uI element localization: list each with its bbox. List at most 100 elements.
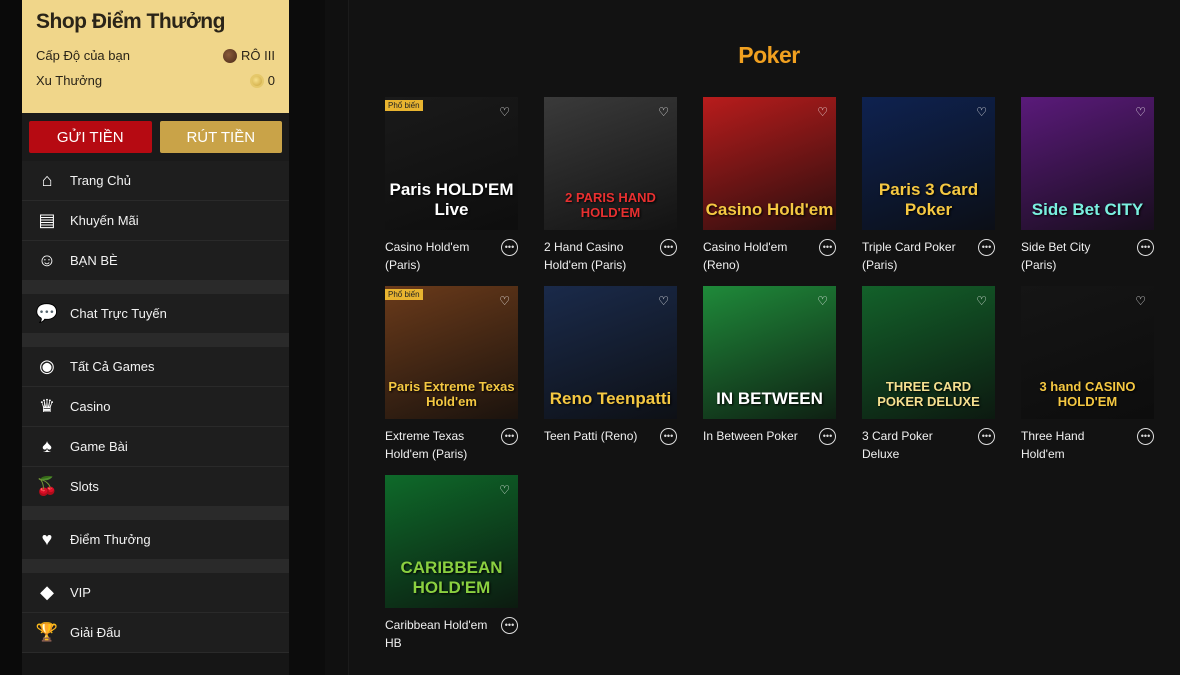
- more-options-icon[interactable]: •••: [1137, 428, 1154, 445]
- game-thumbnail[interactable]: Paris HOLD'EM Live Phổ biến ♡: [385, 97, 518, 230]
- game-thumbnail[interactable]: IN BETWEEN ♡: [703, 286, 836, 419]
- chip-icon: ◉: [39, 356, 55, 376]
- game-title[interactable]: Casino Hold'em (Paris): [385, 238, 493, 274]
- game-card[interactable]: Paris Extreme Texas Hold'em Phổ biến ♡ Extr…: [385, 286, 518, 463]
- game-label-row: 3 Card Poker Deluxe •••: [862, 427, 995, 463]
- game-card[interactable]: Reno Teenpatti ♡ Teen Patti (Reno) •••: [544, 286, 677, 445]
- menu-divider: [22, 507, 289, 520]
- game-label-row: Three Hand Hold'em •••: [1021, 427, 1154, 463]
- separator-band: [289, 0, 325, 675]
- game-thumbnail[interactable]: THREE CARD POKER DELUXE ♡: [862, 286, 995, 419]
- game-title[interactable]: Teen Patti (Reno): [544, 427, 652, 445]
- sidebar-item-2[interactable]: ☺ BẠN BÈ: [22, 241, 289, 281]
- game-thumbnail[interactable]: Casino Hold'em ♡: [703, 97, 836, 230]
- game-title[interactable]: Three Hand Hold'em: [1021, 427, 1129, 463]
- game-title[interactable]: Triple Card Poker (Paris): [862, 238, 970, 274]
- game-art-title: 2 PARIS HAND HOLD'EM: [565, 190, 656, 220]
- favorite-heart-icon[interactable]: ♡: [499, 483, 510, 497]
- game-card[interactable]: 2 PARIS HAND HOLD'EM ♡ 2 Hand Casino Hold'…: [544, 97, 677, 274]
- points-value: 0: [267, 73, 275, 88]
- sidebar-item-10[interactable]: 🏆 Giải Đấu: [22, 613, 289, 653]
- game-art-title: 3 hand CASINO HOLD'EM: [1039, 379, 1136, 409]
- game-card[interactable]: CARIBBEAN HOLD'EM ♡ Caribbean Hold'em HB ••…: [385, 475, 518, 652]
- game-card[interactable]: THREE CARD POKER DELUXE ♡ 3 Card Poker Del…: [862, 286, 995, 463]
- game-label-row: Triple Card Poker (Paris) •••: [862, 238, 995, 274]
- popular-badge: Phổ biến: [385, 100, 423, 111]
- sidebar-item-1[interactable]: ▤ Khuyến Mãi: [22, 201, 289, 241]
- more-options-icon[interactable]: •••: [978, 239, 995, 256]
- sidebar-item-3[interactable]: 💬 Chat Trực Tuyến: [22, 294, 289, 334]
- casino-icon: ♛: [38, 396, 56, 416]
- game-art-title: Paris 3 Card Poker: [878, 180, 979, 219]
- game-card[interactable]: Paris 3 Card Poker ♡ Triple Card Poker (Pa…: [862, 97, 995, 274]
- left-gutter: [0, 0, 22, 675]
- favorite-heart-icon[interactable]: ♡: [658, 105, 669, 119]
- game-thumbnail[interactable]: 2 PARIS HAND HOLD'EM ♡: [544, 97, 677, 230]
- favorite-heart-icon[interactable]: ♡: [817, 105, 828, 119]
- game-card[interactable]: Paris HOLD'EM Live Phổ biến ♡ Casino Hold'e…: [385, 97, 518, 274]
- more-options-icon[interactable]: •••: [660, 239, 677, 256]
- game-thumbnail[interactable]: Side Bet CITY ♡: [1021, 97, 1154, 230]
- favorite-heart-icon[interactable]: ♡: [976, 105, 987, 119]
- game-card[interactable]: Casino Hold'em ♡ Casino Hold'em (Reno) •••: [703, 97, 836, 274]
- more-options-icon[interactable]: •••: [501, 617, 518, 634]
- game-card[interactable]: Side Bet CITY ♡ Side Bet City (Paris) •••: [1021, 97, 1154, 274]
- menu-divider: [22, 281, 289, 294]
- more-options-icon[interactable]: •••: [819, 239, 836, 256]
- game-title[interactable]: In Between Poker: [703, 427, 811, 445]
- game-thumbnail[interactable]: 3 hand CASINO HOLD'EM ♡: [1021, 286, 1154, 419]
- more-options-icon[interactable]: •••: [1137, 239, 1154, 256]
- game-title[interactable]: Caribbean Hold'em HB: [385, 616, 493, 652]
- favorite-heart-icon[interactable]: ♡: [499, 105, 510, 119]
- favorite-heart-icon[interactable]: ♡: [499, 294, 510, 308]
- sidebar: Shop Điểm Thưởng Cấp Độ của bạn RÔ III X…: [22, 0, 289, 675]
- sidebar-item-6[interactable]: ♠ Game Bài: [22, 427, 289, 467]
- sidebar-item-5[interactable]: ♛ Casino: [22, 387, 289, 427]
- game-thumbnail[interactable]: Paris 3 Card Poker ♡: [862, 97, 995, 230]
- game-title[interactable]: Casino Hold'em (Reno): [703, 238, 811, 274]
- heart-icon: ♥: [41, 529, 53, 549]
- sidebar-item-0[interactable]: ⌂ Trang Chủ: [22, 161, 289, 201]
- sidebar-item-label: Trang Chủ: [70, 173, 131, 188]
- game-art-title: IN BETWEEN: [716, 389, 823, 408]
- game-title[interactable]: 3 Card Poker Deluxe: [862, 427, 970, 463]
- sidebar-item-label: Điểm Thưởng: [70, 532, 151, 547]
- game-title[interactable]: 2 Hand Casino Hold'em (Paris): [544, 238, 652, 274]
- withdraw-button[interactable]: RÚT TIỀN: [159, 121, 282, 153]
- game-thumbnail[interactable]: Paris Extreme Texas Hold'em Phổ biến ♡: [385, 286, 518, 419]
- sidebar-item-9[interactable]: ◆ VIP: [22, 573, 289, 613]
- game-thumbnail[interactable]: Reno Teenpatti ♡: [544, 286, 677, 419]
- section-title: Poker: [738, 42, 800, 68]
- more-options-icon[interactable]: •••: [501, 239, 518, 256]
- game-card[interactable]: 3 hand CASINO HOLD'EM ♡ Three Hand Hold'em…: [1021, 286, 1154, 463]
- game-art-title: Side Bet CITY: [1031, 200, 1144, 219]
- game-title[interactable]: Side Bet City (Paris): [1021, 238, 1129, 274]
- sidebar-item-8[interactable]: ♥ Điểm Thưởng: [22, 520, 289, 560]
- more-options-icon[interactable]: •••: [819, 428, 836, 445]
- favorite-heart-icon[interactable]: ♡: [1135, 105, 1146, 119]
- level-row: Cấp Độ của bạn RÔ III: [36, 48, 275, 63]
- sidebar-item-4[interactable]: ◉ Tất Cả Games: [22, 347, 289, 387]
- deposit-button[interactable]: GỬI TIỀN: [29, 121, 152, 153]
- favorite-heart-icon[interactable]: ♡: [658, 294, 669, 308]
- more-options-icon[interactable]: •••: [978, 428, 995, 445]
- points-label: Xu Thưởng: [36, 73, 103, 88]
- sidebar-item-label: Chat Trực Tuyến: [70, 306, 167, 321]
- game-label-row: Casino Hold'em (Reno) •••: [703, 238, 836, 274]
- game-art-title: THREE CARD POKER DELUXE: [877, 379, 980, 409]
- game-title[interactable]: Extreme Texas Hold'em (Paris): [385, 427, 493, 463]
- game-label-row: Caribbean Hold'em HB •••: [385, 616, 518, 652]
- sidebar-item-7[interactable]: 🍒 Slots: [22, 467, 289, 507]
- level-value: RÔ III: [241, 48, 275, 63]
- sidebar-item-label: BẠN BÈ: [70, 253, 118, 268]
- game-label-row: Casino Hold'em (Paris) •••: [385, 238, 518, 274]
- game-card[interactable]: IN BETWEEN ♡ In Between Poker •••: [703, 286, 836, 445]
- favorite-heart-icon[interactable]: ♡: [817, 294, 828, 308]
- trophy-icon: 🏆: [35, 622, 59, 642]
- more-options-icon[interactable]: •••: [660, 428, 677, 445]
- favorite-heart-icon[interactable]: ♡: [976, 294, 987, 308]
- game-thumbnail[interactable]: CARIBBEAN HOLD'EM ♡: [385, 475, 518, 608]
- more-options-icon[interactable]: •••: [501, 428, 518, 445]
- menu-divider: [22, 560, 289, 573]
- favorite-heart-icon[interactable]: ♡: [1135, 294, 1146, 308]
